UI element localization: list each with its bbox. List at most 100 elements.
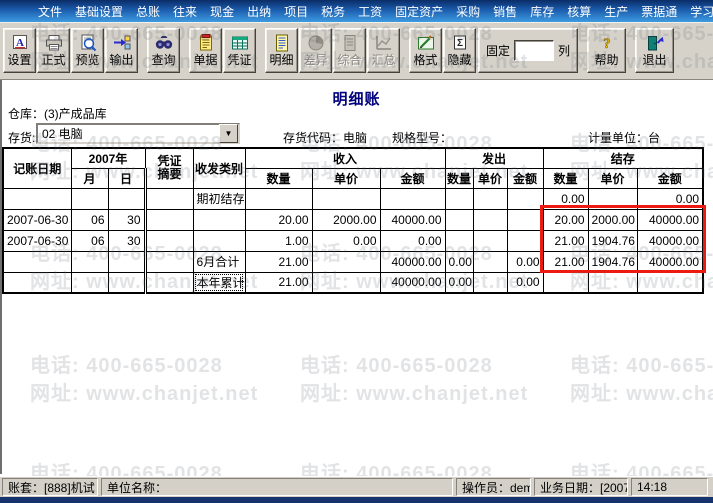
table-cell[interactable] (311, 271, 381, 294)
table-cell[interactable]: 40000.00 (636, 229, 704, 252)
menu-item-project[interactable]: 项目 (284, 3, 308, 20)
table-cell[interactable] (107, 271, 147, 294)
table-cell[interactable] (70, 187, 109, 210)
menu-item-basic-setup[interactable]: 基础设置 (75, 3, 123, 20)
document-button[interactable]: 单据 (189, 27, 222, 73)
menu-item-purchase[interactable]: 采购 (456, 3, 480, 20)
table-cell[interactable] (144, 271, 194, 294)
hide-button[interactable]: Σ 隐藏 (443, 27, 476, 73)
table-cell[interactable]: 2007-06-30 (2, 229, 72, 252)
table-cell[interactable]: 06 (70, 229, 109, 252)
table-cell[interactable] (506, 208, 544, 231)
settings-button[interactable]: A 设置 (3, 27, 36, 73)
table-cell[interactable] (636, 271, 704, 294)
table-cell[interactable] (144, 208, 194, 231)
table-cell[interactable]: 30 (107, 229, 147, 252)
table-cell[interactable]: 21.00 (542, 229, 589, 252)
menu-item-sales[interactable]: 销售 (493, 3, 517, 20)
table-cell[interactable]: 2000.00 (311, 208, 381, 231)
table-cell[interactable] (144, 187, 194, 210)
table-cell[interactable]: 30 (107, 208, 147, 231)
export-button[interactable]: 输出 (105, 27, 138, 73)
table-cell[interactable]: 期初结存 (192, 187, 246, 210)
table-cell[interactable] (506, 187, 544, 210)
table-cell[interactable]: 2000.00 (587, 208, 638, 231)
format-button[interactable]: 格式 (409, 27, 442, 73)
menu-item-file[interactable]: 文件 (38, 3, 62, 20)
table-cell[interactable] (70, 250, 109, 273)
table-cell[interactable] (2, 250, 72, 273)
table-cell[interactable]: 06 (70, 208, 109, 231)
table-cell[interactable] (70, 271, 109, 294)
menu-item-general-ledger[interactable]: 总账 (136, 3, 160, 20)
table-cell[interactable]: 1904.76 (587, 229, 638, 252)
table-cell[interactable] (587, 187, 638, 210)
table-cell[interactable]: 0.00 (506, 250, 544, 273)
table-cell[interactable]: 40000.00 (636, 208, 704, 231)
print-button[interactable]: 正式 (37, 27, 70, 73)
table-cell[interactable]: 0.00 (636, 187, 704, 210)
table-cell[interactable] (192, 208, 246, 231)
table-cell[interactable] (587, 271, 638, 294)
table-cell[interactable]: 20.00 (542, 208, 589, 231)
inventory-select[interactable]: 02 电脑 ▼ (36, 123, 240, 144)
table-cell[interactable] (2, 187, 72, 210)
table-cell[interactable] (311, 187, 381, 210)
chevron-down-icon[interactable]: ▼ (219, 124, 238, 143)
table-cell[interactable] (107, 187, 147, 210)
table-cell[interactable] (472, 229, 508, 252)
table-cell[interactable]: 1904.76 (587, 250, 638, 273)
detail-button[interactable]: 明细 (265, 27, 298, 73)
menu-item-receivable-payable[interactable]: 往来 (173, 3, 197, 20)
menu-item-inventory[interactable]: 库存 (530, 3, 554, 20)
table-cell[interactable]: 0.00 (444, 250, 474, 273)
table-cell[interactable] (379, 187, 446, 210)
table-cell[interactable]: 2007-06-30 (2, 208, 72, 231)
query-button[interactable]: 查询 (147, 27, 180, 73)
table-cell[interactable] (472, 187, 508, 210)
focused-cell[interactable]: 本年累计 (192, 271, 246, 294)
table-cell[interactable]: 0.00 (444, 271, 474, 294)
table-cell[interactable] (311, 250, 381, 273)
table-cell[interactable]: 0.00 (379, 229, 446, 252)
table-cell[interactable]: 6月合计 (192, 250, 246, 273)
menu-item-costing[interactable]: 核算 (567, 3, 591, 20)
menu-item-tax[interactable]: 税务 (321, 3, 345, 20)
menu-item-cash[interactable]: 现金 (210, 3, 234, 20)
table-cell[interactable] (2, 271, 72, 294)
table-cell[interactable] (144, 229, 194, 252)
menu-item-production[interactable]: 生产 (604, 3, 628, 20)
table-cell[interactable] (444, 229, 474, 252)
table-cell[interactable] (506, 229, 544, 252)
table-cell[interactable]: 21.00 (542, 250, 589, 273)
table-cell[interactable]: 40000.00 (379, 271, 446, 294)
table-cell[interactable] (472, 208, 508, 231)
fixed-column-input[interactable] (514, 39, 555, 61)
table-cell[interactable] (144, 250, 194, 273)
preview-button[interactable]: 预览 (71, 27, 104, 73)
help-button[interactable]: ? 帮助 (587, 27, 627, 73)
table-cell[interactable] (472, 271, 508, 294)
table-cell[interactable]: 0.00 (542, 187, 589, 210)
table-cell[interactable]: 40000.00 (636, 250, 704, 273)
table-cell[interactable]: 0.00 (506, 271, 544, 294)
table-cell[interactable]: 0.00 (311, 229, 381, 252)
table-cell[interactable]: 40000.00 (379, 208, 446, 231)
table-cell[interactable] (107, 250, 147, 273)
menu-item-payroll[interactable]: 工资 (358, 3, 382, 20)
table-cell[interactable] (192, 229, 246, 252)
menu-item-bills[interactable]: 票据通 (641, 3, 677, 20)
table-cell[interactable] (444, 187, 474, 210)
menu-item-learning-center[interactable]: 学习中心 (690, 3, 713, 20)
table-cell[interactable]: 1.00 (244, 229, 313, 252)
table-cell[interactable]: 21.00 (244, 250, 313, 273)
exit-button[interactable]: 退出 (635, 27, 675, 73)
table-cell[interactable]: 21.00 (244, 271, 313, 294)
table-cell[interactable] (244, 187, 313, 210)
table-cell[interactable] (472, 250, 508, 273)
table-cell[interactable]: 20.00 (244, 208, 313, 231)
menu-item-cashier[interactable]: 出纳 (247, 3, 271, 20)
table-cell[interactable] (444, 208, 474, 231)
table-cell[interactable]: 40000.00 (379, 250, 446, 273)
menu-item-fixed-assets[interactable]: 固定资产 (395, 3, 443, 20)
